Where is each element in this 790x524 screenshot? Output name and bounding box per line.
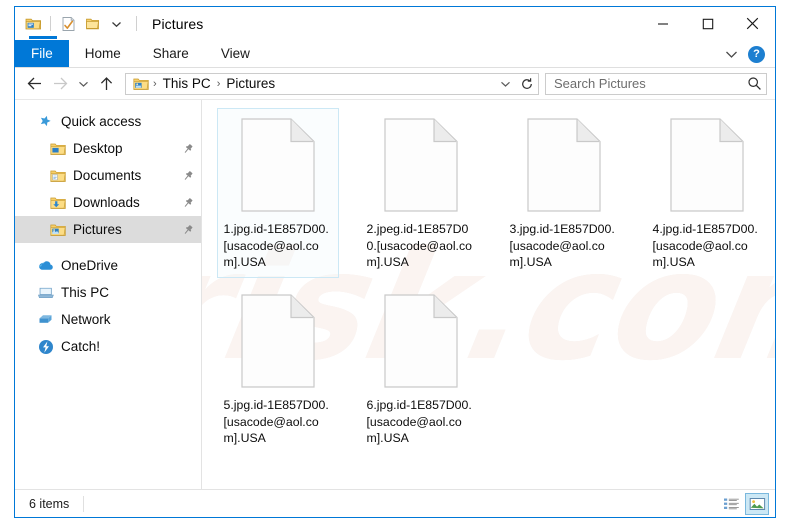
explorer-body: Quick access Desktop Documents Downloads… (15, 100, 775, 489)
close-button[interactable] (730, 7, 775, 40)
tab-home[interactable]: Home (69, 40, 137, 67)
address-bar-row: › This PC › Pictures (15, 68, 775, 100)
breadcrumb-separator-1: › (153, 77, 157, 90)
pictures-folder-icon (133, 77, 149, 91)
file-item[interactable]: 5.jpg.id-1E857D00.[usacode@aol.com].USA (217, 284, 339, 454)
search-box[interactable] (545, 72, 767, 95)
sidebar-item-pictures[interactable]: Pictures (15, 216, 201, 243)
status-bar: 6 items (15, 489, 775, 517)
folder-properties-icon[interactable] (21, 12, 45, 36)
blank-document-icon (230, 113, 326, 217)
tab-share[interactable]: Share (137, 40, 205, 67)
desktop-folder-icon (49, 140, 66, 157)
forward-button[interactable] (47, 71, 73, 97)
window-controls (640, 7, 775, 40)
file-name: 3.jpg.id-1E857D00.[usacode@aol.com].USA (509, 222, 615, 269)
ribbon-right-controls: ? (720, 40, 771, 68)
view-mode-buttons (719, 492, 769, 515)
details-view-button[interactable] (719, 493, 743, 515)
large-icons-view-button[interactable] (745, 492, 769, 515)
blank-document-icon (659, 113, 755, 217)
pin-icon[interactable] (181, 142, 195, 156)
pin-icon[interactable] (181, 169, 195, 183)
toolbar-separator-2 (136, 16, 137, 31)
window-title: Pictures (152, 15, 204, 32)
file-name: 4.jpg.id-1E857D00.[usacode@aol.com].USA (652, 222, 758, 269)
properties-check-icon[interactable] (56, 12, 80, 36)
quick-access-active-indicator (29, 36, 57, 39)
star-pin-icon (37, 113, 54, 130)
sidebar-item-quick-access[interactable]: Quick access (15, 108, 201, 135)
recent-locations-button[interactable] (73, 71, 93, 97)
sidebar-label: Quick access (61, 114, 142, 129)
file-list-view[interactable]: risk.com risk.com 1.jpg.id-1E857D00.[usa… (202, 100, 775, 489)
blank-document-icon (230, 289, 326, 393)
quick-access-toolbar (15, 12, 142, 36)
blank-document-icon (373, 289, 469, 393)
toolbar-separator-1 (50, 16, 51, 31)
customize-dropdown-icon[interactable] (104, 12, 128, 36)
file-item[interactable]: 1.jpg.id-1E857D00.[usacode@aol.com].USA (216, 108, 339, 278)
file-name: 2.jpeg.id-1E857D00.[usacode@aol.com].USA (366, 222, 472, 269)
pictures-folder-icon (49, 221, 66, 238)
maximize-button[interactable] (685, 7, 730, 40)
sidebar-label: Downloads (73, 195, 140, 210)
sidebar-item-this-pc[interactable]: This PC (15, 279, 201, 306)
refresh-button[interactable] (515, 72, 539, 95)
breadcrumb-dropdown-icon[interactable] (495, 74, 515, 94)
title-bar: Pictures (15, 7, 775, 40)
search-icon[interactable] (747, 76, 762, 91)
help-button[interactable]: ? (748, 45, 765, 63)
ribbon-tab-bar: File Home Share View ? (15, 40, 775, 68)
sidebar-label: This PC (61, 285, 110, 300)
downloads-folder-icon (49, 194, 66, 211)
sidebar-item-catch[interactable]: Catch! (15, 333, 201, 360)
sidebar-item-documents[interactable]: Documents (15, 162, 201, 189)
catch-app-icon (37, 338, 54, 355)
file-item[interactable]: 3.jpg.id-1E857D00.[usacode@aol.com].USA (503, 108, 625, 278)
network-icon (37, 311, 54, 328)
sidebar-item-downloads[interactable]: Downloads (15, 189, 201, 216)
navigation-pane: Quick access Desktop Documents Downloads… (15, 100, 202, 489)
chevron-down-icon[interactable] (720, 43, 742, 65)
sidebar-item-onedrive[interactable]: OneDrive (15, 252, 201, 279)
sidebar-label: Catch! (61, 339, 101, 354)
pin-icon[interactable] (181, 196, 195, 210)
sidebar-label: OneDrive (61, 258, 119, 273)
status-separator (83, 495, 85, 512)
file-name: 6.jpg.id-1E857D00.[usacode@aol.com].USA (366, 398, 472, 445)
sidebar-item-desktop[interactable]: Desktop (15, 135, 201, 162)
file-explorer-window: Pictures File Home Share View ? › This P… (14, 6, 776, 518)
minimize-button[interactable] (640, 7, 685, 40)
file-item[interactable]: 2.jpeg.id-1E857D00.[usacode@aol.com].USA (360, 108, 482, 278)
search-input[interactable] (554, 76, 747, 91)
sidebar-label: Network (61, 312, 111, 327)
blank-document-icon (373, 113, 469, 217)
breadcrumb-this-pc[interactable]: This PC (159, 76, 215, 91)
sidebar-label: Pictures (73, 222, 122, 237)
documents-folder-icon (49, 167, 66, 184)
sidebar-item-network[interactable]: Network (15, 306, 201, 333)
up-button[interactable] (93, 71, 119, 97)
pin-icon[interactable] (181, 223, 195, 237)
file-name: 5.jpg.id-1E857D00.[usacode@aol.com].USA (223, 398, 329, 445)
sidebar-label: Documents (73, 168, 142, 183)
file-item[interactable]: 6.jpg.id-1E857D00.[usacode@aol.com].USA (360, 284, 482, 454)
back-button[interactable] (21, 71, 47, 97)
breadcrumb[interactable]: › This PC › Pictures (125, 72, 515, 95)
sidebar-group-gap-1 (15, 243, 201, 252)
this-pc-icon (37, 284, 54, 301)
tab-file[interactable]: File (15, 40, 69, 67)
new-folder-icon[interactable] (80, 12, 104, 36)
file-grid: 1.jpg.id-1E857D00.[usacode@aol.com].USA … (202, 100, 775, 460)
blank-document-icon (516, 113, 612, 217)
item-count-label: 6 items (29, 496, 70, 511)
breadcrumb-separator-2: › (216, 77, 221, 90)
file-item[interactable]: 4.jpg.id-1E857D00.[usacode@aol.com].USA (646, 108, 768, 278)
sidebar-label: Desktop (73, 141, 123, 156)
breadcrumb-pictures[interactable]: Pictures (222, 76, 279, 91)
tab-view[interactable]: View (205, 40, 266, 67)
file-name: 1.jpg.id-1E857D00.[usacode@aol.com].USA (223, 222, 329, 269)
onedrive-cloud-icon (37, 257, 54, 274)
